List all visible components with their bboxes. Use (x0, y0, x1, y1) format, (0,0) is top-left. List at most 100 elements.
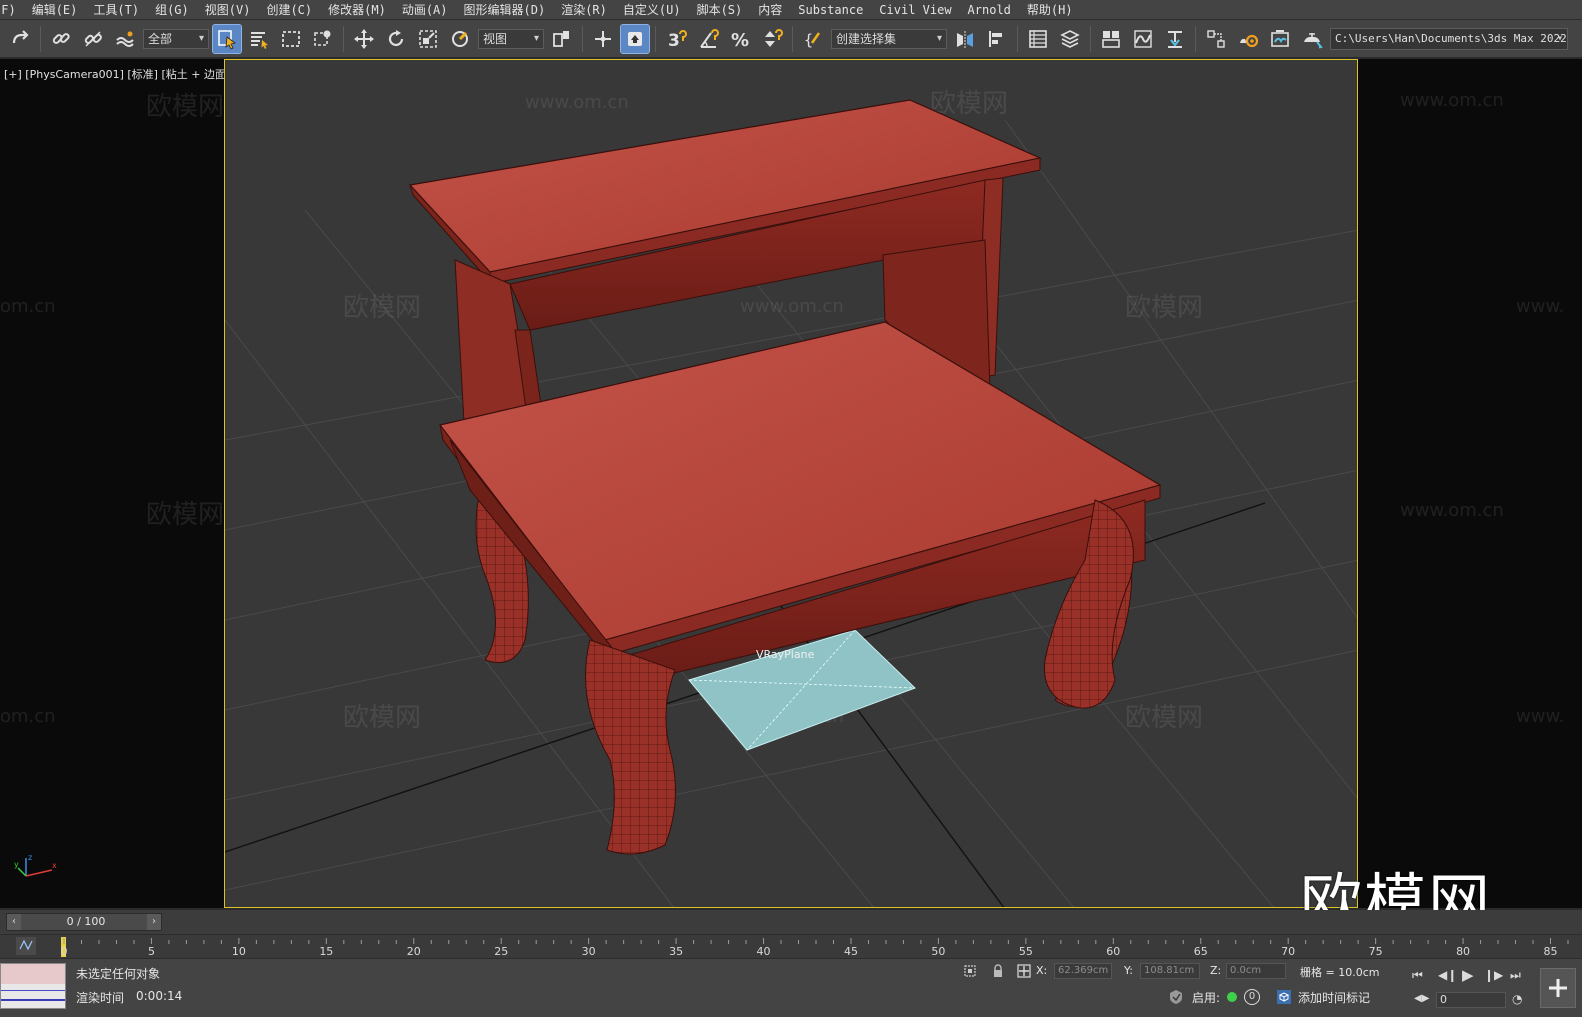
play-icon[interactable]: ▶ (1462, 966, 1474, 984)
ribbon-toggle-icon[interactable] (1097, 25, 1125, 53)
enable-count-badge[interactable]: 0 (1244, 989, 1260, 1005)
placement-icon[interactable] (446, 25, 474, 53)
add-time-tag-label[interactable]: 添加时间标记 (1298, 989, 1370, 1006)
menu-item[interactable]: 帮助(H) (1019, 0, 1081, 20)
track-bar[interactable]: 0 5 10 15 20 25 30 35 40 45 50 55 60 65 70 75 80 85 (0, 934, 1582, 958)
axis-gizmo: zxy (12, 852, 62, 885)
rendered-frame-window-icon[interactable] (1266, 25, 1294, 53)
pivot-center-icon[interactable] (548, 25, 576, 53)
menu-item[interactable]: 工具(T) (85, 0, 147, 20)
separator (582, 25, 583, 52)
menu-item[interactable]: 渲染(R) (553, 0, 615, 20)
mirror-icon[interactable] (951, 25, 979, 53)
watermark-url: www.om.cn (525, 92, 629, 113)
watermark-url: www.om.cn (740, 296, 844, 317)
prev-frame-icon[interactable]: ‹ (7, 914, 21, 930)
menu-item[interactable]: Civil View (871, 0, 959, 20)
angle-snap-icon[interactable] (694, 25, 722, 53)
separator (792, 25, 793, 52)
menu-item[interactable]: Substance (790, 0, 871, 20)
time-tag-icon[interactable] (1276, 989, 1292, 1005)
render-production-icon[interactable] (1298, 25, 1326, 53)
x-coordinate-field[interactable]: 62.369cm (1054, 963, 1112, 979)
isolate-selection-icon[interactable] (962, 963, 978, 979)
current-frame-field[interactable]: 0 (1436, 992, 1506, 1008)
spinner-snap-icon[interactable] (758, 25, 786, 53)
snaps-toggle-icon[interactable]: 3 (662, 25, 690, 53)
unlink-icon[interactable] (79, 25, 107, 53)
link-icon[interactable] (47, 25, 75, 53)
render-setup-icon[interactable] (1234, 25, 1262, 53)
track-bar-ruler: 0 5 10 15 20 25 30 35 40 45 50 55 60 65 70 75 80 85 (16, 937, 1569, 958)
scene-explorer-icon[interactable] (1024, 25, 1052, 53)
named-selection-dropdown[interactable]: 创建选择集 (831, 28, 947, 49)
vray-plane-label: VRayPlane (756, 648, 815, 661)
time-config-icon[interactable]: ◔ (1512, 992, 1522, 1006)
key-mode-icon[interactable]: ◀▶ (1414, 993, 1429, 1004)
select-by-name-icon[interactable] (245, 25, 273, 53)
menu-item[interactable]: 视图(V) (197, 0, 259, 20)
timeline-tick-label: 50 (931, 945, 945, 958)
menu-item[interactable]: 组(G) (147, 0, 197, 20)
timeline-tick-label: 80 (1456, 945, 1470, 958)
menu-item[interactable]: 修改器(M) (320, 0, 394, 20)
next-key-icon[interactable]: ❙▶ (1484, 968, 1503, 982)
viewport-label[interactable]: [+] [PhysCamera001] [标准] [粘土 + 边面] (4, 66, 230, 82)
y-coordinate-field[interactable]: 108.81cm (1140, 963, 1200, 979)
edit-named-selection-icon[interactable]: { (799, 25, 827, 53)
timeline-tick-label: 10 (232, 945, 246, 958)
render-time-label: 渲染时间 (76, 991, 125, 1005)
plus-icon (1549, 979, 1567, 997)
scale-icon[interactable] (414, 25, 442, 53)
maxscript-listener-preview[interactable] (0, 963, 66, 1009)
camera-safe-frame[interactable]: www.om.cn 欧模网 欧模网 www.om.cn 欧模网 www.om.c… (224, 59, 1358, 908)
render-time-value: 0:00:14 (136, 989, 183, 1003)
layer-explorer-icon[interactable] (1056, 25, 1084, 53)
adaptive-degradation-icon[interactable] (1168, 989, 1184, 1005)
redo-icon[interactable] (6, 25, 34, 53)
rect-selection-icon[interactable] (277, 25, 305, 53)
selection-filter-dropdown[interactable]: 全部 (143, 28, 209, 49)
time-slider[interactable]: ‹ 0 / 100 › (6, 913, 162, 931)
go-to-end-icon[interactable]: ⏭ (1510, 968, 1521, 983)
go-to-start-icon[interactable]: ⏮ (1412, 968, 1423, 983)
absolute-mode-icon[interactable] (1016, 963, 1032, 979)
menu-item[interactable]: 内容 (750, 0, 790, 20)
menu-item[interactable]: (F) (0, 0, 24, 20)
add-panel-button[interactable] (1540, 968, 1576, 1008)
window-crossing-icon[interactable] (309, 25, 337, 53)
status-bar: 未选定任何对象 渲染时间 0:00:14 X: 62.369cm Y: 108.… (0, 958, 1582, 1017)
menu-item[interactable]: 创建(C) (258, 0, 320, 20)
svg-text:x: x (52, 861, 57, 870)
rotate-icon[interactable] (382, 25, 410, 53)
schematic-view-icon[interactable] (1161, 25, 1189, 53)
menu-item[interactable]: 图形编辑器(D) (456, 0, 554, 20)
menu-item[interactable]: 脚本(S) (689, 0, 751, 20)
project-path-dropdown[interactable]: C:\Users\Han\Documents\3ds Max 2022 (1330, 27, 1568, 50)
scene-render: www.om.cn 欧模网 欧模网 www.om.cn 欧模网 www.om.c… (225, 89, 1357, 907)
separator (343, 25, 344, 52)
separator (1017, 25, 1018, 52)
align-icon[interactable] (983, 25, 1011, 53)
bind-spacewarp-icon[interactable] (111, 25, 139, 53)
material-editor-icon[interactable] (1202, 25, 1230, 53)
menu-item[interactable]: 编辑(E) (24, 0, 86, 20)
y-label: Y: (1124, 964, 1133, 977)
move-icon[interactable] (350, 25, 378, 53)
z-coordinate-field[interactable]: 0.0cm (1226, 963, 1286, 979)
keyboard-shortcut-toggle-icon[interactable] (620, 23, 650, 54)
menu-item[interactable]: 自定义(U) (615, 0, 689, 20)
next-frame-icon[interactable]: › (147, 914, 161, 930)
timeline-tick-label: 0 (61, 945, 68, 958)
menu-item[interactable]: Arnold (960, 0, 1019, 20)
watermark-text: 欧模网 (343, 703, 421, 733)
reference-coord-dropdown[interactable]: 视图 (478, 28, 544, 49)
select-manipulate-icon[interactable] (589, 25, 617, 53)
timeline-tick-label: 5 (148, 945, 155, 958)
select-object-icon[interactable] (212, 23, 242, 54)
menu-item[interactable]: 动画(A) (394, 0, 456, 20)
previous-key-icon[interactable]: ◀❙ (1438, 968, 1457, 982)
selection-lock-icon[interactable] (990, 963, 1006, 979)
curve-editor-icon[interactable] (1129, 25, 1157, 53)
percent-snap-icon[interactable]: % (726, 25, 754, 53)
